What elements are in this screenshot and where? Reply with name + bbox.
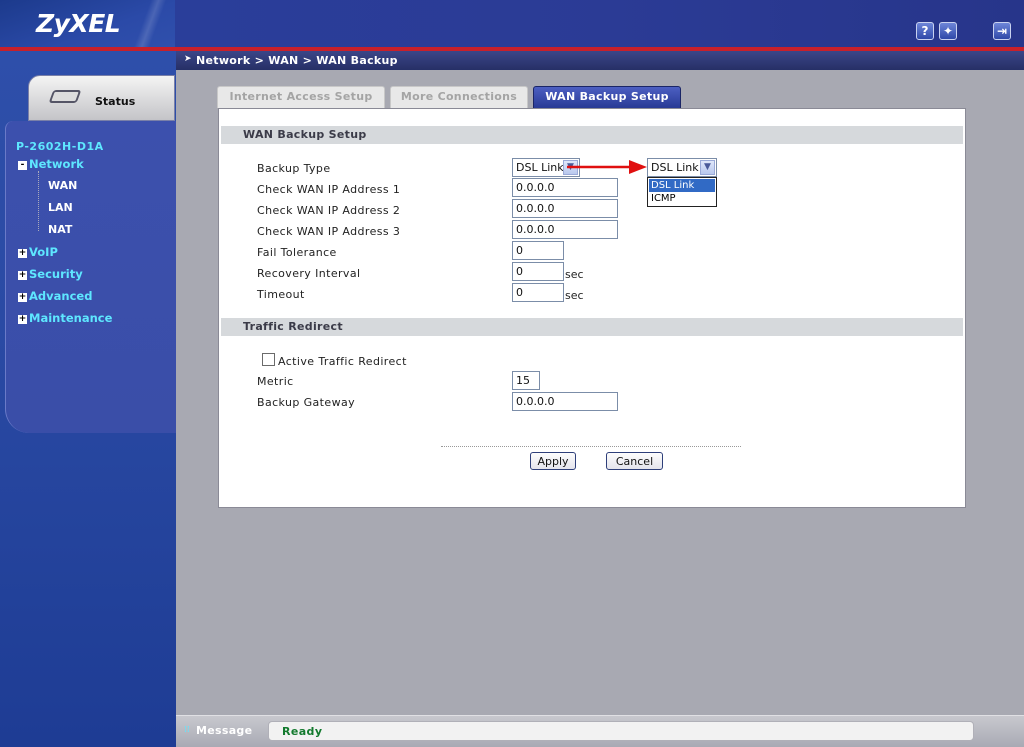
sidebar-item-maintenance[interactable]: + Maintenance bbox=[18, 311, 112, 325]
breadcrumb: Network > WAN > WAN Backup bbox=[196, 54, 398, 67]
message-label: Message bbox=[196, 724, 253, 737]
fail-tolerance-label: Fail Tolerance bbox=[257, 246, 337, 259]
recovery-interval-label: Recovery Interval bbox=[257, 267, 361, 280]
top-banner: ZyXEL ? ✦ ⇥ bbox=[0, 0, 1024, 48]
fail-tolerance-input[interactable] bbox=[512, 241, 564, 260]
check-wan-ip-3-label: Check WAN IP Address 3 bbox=[257, 225, 401, 238]
expand-icon[interactable]: + bbox=[18, 315, 27, 324]
message-grip-icon: ⁞⁞ bbox=[184, 725, 190, 735]
sidebar-item-label: Network bbox=[29, 157, 84, 171]
status-bar: ⁞⁞ Message Ready bbox=[176, 715, 1024, 747]
button-separator bbox=[441, 446, 741, 447]
sidebar-item-label: Advanced bbox=[29, 289, 93, 303]
red-arrow-icon bbox=[567, 160, 647, 174]
expand-icon[interactable]: + bbox=[18, 271, 27, 280]
backup-type-label: Backup Type bbox=[257, 162, 331, 175]
check-wan-ip-2-input[interactable] bbox=[512, 199, 618, 218]
dropdown-option-icmp[interactable]: ICMP bbox=[649, 192, 715, 205]
expand-icon[interactable]: + bbox=[18, 293, 27, 302]
backup-type-select-open[interactable]: DSL Link ▼ bbox=[647, 158, 717, 177]
metric-input[interactable] bbox=[512, 371, 540, 390]
sidebar-item-nat[interactable]: NAT bbox=[48, 223, 72, 236]
zyxel-logo: ZyXEL bbox=[36, 9, 121, 38]
select-value: DSL Link bbox=[516, 161, 564, 174]
settings-panel: WAN Backup Setup Backup Type DSL Link ▼ … bbox=[218, 108, 966, 508]
section-header-traffic-redirect: Traffic Redirect bbox=[221, 318, 963, 336]
backup-gateway-input[interactable] bbox=[512, 392, 618, 411]
timeout-label: Timeout bbox=[257, 288, 305, 301]
tab-more-connections[interactable]: More Connections bbox=[390, 86, 528, 108]
section-title: WAN Backup Setup bbox=[243, 128, 367, 141]
cancel-button[interactable]: Cancel bbox=[606, 452, 663, 470]
breadcrumb-bar: ➤ Network > WAN > WAN Backup bbox=[176, 51, 1024, 70]
sidebar-item-label: Security bbox=[29, 267, 83, 281]
sidebar-item-advanced[interactable]: + Advanced bbox=[18, 289, 92, 303]
sidebar-item-voip[interactable]: + VoIP bbox=[18, 245, 58, 259]
metric-label: Metric bbox=[257, 375, 294, 388]
tab-wan-backup-setup[interactable]: WAN Backup Setup bbox=[533, 86, 681, 108]
breadcrumb-arrow-icon: ➤ bbox=[184, 54, 192, 64]
check-wan-ip-1-input[interactable] bbox=[512, 178, 618, 197]
active-traffic-redirect-checkbox[interactable] bbox=[262, 353, 275, 366]
expand-icon[interactable]: + bbox=[18, 249, 27, 258]
router-icon bbox=[48, 90, 82, 103]
check-wan-ip-1-label: Check WAN IP Address 1 bbox=[257, 183, 401, 196]
select-value: DSL Link bbox=[651, 161, 699, 174]
sidebar-item-label: Maintenance bbox=[29, 311, 113, 325]
backup-type-dropdown-list: DSL Link ICMP bbox=[647, 177, 717, 207]
check-wan-ip-3-input[interactable] bbox=[512, 220, 618, 239]
device-name: P-2602H-D1A bbox=[16, 140, 104, 153]
sidebar: Status P-2602H-D1A - Network WAN LAN NAT … bbox=[0, 51, 176, 747]
status-label: Status bbox=[95, 95, 136, 108]
active-traffic-redirect-label: Active Traffic Redirect bbox=[278, 355, 407, 368]
collapse-icon[interactable]: - bbox=[18, 161, 27, 170]
logout-icon[interactable]: ⇥ bbox=[993, 22, 1011, 40]
wizard-icon[interactable]: ✦ bbox=[939, 22, 957, 40]
status-tab[interactable]: Status bbox=[28, 75, 175, 121]
apply-button[interactable]: Apply bbox=[530, 452, 576, 470]
help-icon[interactable]: ? bbox=[916, 22, 934, 40]
tab-internet-access-setup[interactable]: Internet Access Setup bbox=[217, 86, 385, 108]
dropdown-option-dsl-link[interactable]: DSL Link bbox=[649, 179, 715, 192]
sidebar-item-network[interactable]: - Network bbox=[18, 157, 84, 171]
main-content: ➤ Network > WAN > WAN Backup Internet Ac… bbox=[176, 51, 1024, 715]
sidebar-item-lan[interactable]: LAN bbox=[48, 201, 73, 214]
chevron-down-icon[interactable]: ▼ bbox=[700, 160, 715, 175]
sidebar-item-wan[interactable]: WAN bbox=[48, 179, 77, 192]
timeout-input[interactable] bbox=[512, 283, 564, 302]
sidebar-item-label: VoIP bbox=[29, 245, 58, 259]
sidebar-item-security[interactable]: + Security bbox=[18, 267, 83, 281]
message-field: Ready bbox=[268, 721, 974, 741]
section-title: Traffic Redirect bbox=[243, 320, 343, 333]
check-wan-ip-2-label: Check WAN IP Address 2 bbox=[257, 204, 401, 217]
section-header-wan-backup: WAN Backup Setup bbox=[221, 126, 963, 144]
tree-line bbox=[38, 171, 39, 231]
recovery-interval-unit: sec bbox=[565, 268, 584, 281]
backup-gateway-label: Backup Gateway bbox=[257, 396, 356, 409]
message-text: Ready bbox=[282, 725, 323, 738]
timeout-unit: sec bbox=[565, 289, 584, 302]
recovery-interval-input[interactable] bbox=[512, 262, 564, 281]
